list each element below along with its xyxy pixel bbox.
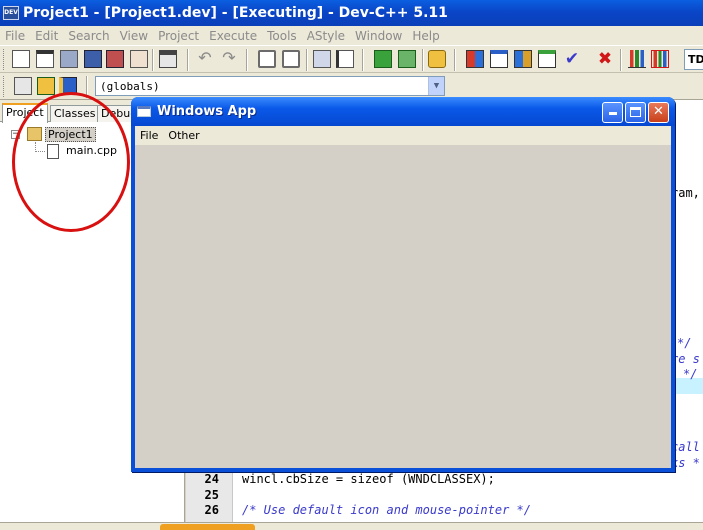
compile-run-icon[interactable]: [514, 50, 532, 68]
annotation-red-circle: [12, 92, 130, 232]
menu-file[interactable]: File: [0, 29, 30, 43]
line-number: 25: [204, 488, 219, 502]
code-line: wincl.cbSize = sizeof (WNDCLASSEX);: [242, 472, 495, 486]
code-fragment: ram,: [671, 186, 700, 200]
replace-icon[interactable]: [282, 50, 300, 68]
goto-line-icon[interactable]: [313, 50, 331, 68]
remove-from-project-icon[interactable]: [398, 50, 416, 68]
status-tab[interactable]: [160, 524, 255, 530]
app-menu-file[interactable]: File: [135, 129, 163, 142]
menu-bar: File Edit Search View Project Execute To…: [0, 26, 703, 45]
toolbar-separator: [187, 49, 189, 71]
toolbar-separator: [454, 49, 456, 71]
toolbar-grip[interactable]: [3, 49, 6, 70]
scope-combo[interactable]: (globals) ▼: [95, 76, 445, 96]
run-icon[interactable]: [490, 50, 508, 68]
menu-help[interactable]: Help: [407, 29, 444, 43]
windows-app-title-bar[interactable]: Windows App ✕: [131, 97, 675, 126]
compile-icon[interactable]: [466, 50, 484, 68]
chevron-down-icon[interactable]: ▼: [428, 77, 444, 95]
stop-execution-icon[interactable]: ✖: [596, 50, 614, 68]
new-file-icon[interactable]: [12, 50, 30, 68]
toolbar-separator: [362, 49, 364, 71]
compiler-combo[interactable]: TD: [684, 49, 703, 70]
code-fragment: */: [683, 367, 698, 381]
toolbar-separator: [306, 49, 308, 71]
devcpp-app-icon: DEV: [3, 6, 19, 20]
main-window-title: Project1 - [Project1.dev] - [Executing] …: [23, 5, 448, 21]
app-menu-other[interactable]: Other: [163, 129, 204, 142]
code-line: /* Use default icon and mouse-pointer */: [242, 503, 531, 517]
find-icon[interactable]: [258, 50, 276, 68]
menu-astyle[interactable]: AStyle: [302, 29, 350, 43]
close-button[interactable]: ✕: [648, 102, 669, 123]
scope-combo-value: (globals): [100, 80, 160, 93]
undo-icon[interactable]: ↶: [196, 50, 214, 68]
close-file-icon[interactable]: [130, 50, 148, 68]
menu-tools[interactable]: Tools: [262, 29, 302, 43]
add-to-project-icon[interactable]: [374, 50, 392, 68]
rebuild-icon[interactable]: [538, 50, 556, 68]
redo-icon[interactable]: ↷: [220, 50, 238, 68]
delete-profile-icon[interactable]: [651, 50, 669, 68]
minimize-icon: [608, 112, 617, 115]
toggle-bookmark-icon[interactable]: [336, 50, 354, 68]
windows-app-window: Windows App ✕ File Other: [131, 97, 675, 472]
menu-search[interactable]: Search: [63, 29, 114, 43]
toolbar-separator: [152, 49, 154, 71]
toolbar-separator: [620, 49, 622, 71]
menu-view[interactable]: View: [115, 29, 153, 43]
desktop: DEV Project1 - [Project1.dev] - [Executi…: [0, 0, 703, 530]
save-icon[interactable]: [84, 50, 102, 68]
class-toolbar: (globals) ▼: [0, 73, 703, 100]
new-class-icon[interactable]: [14, 77, 32, 95]
save-all-icon[interactable]: [106, 50, 124, 68]
windows-app-title: Windows App: [157, 104, 257, 119]
maximize-button[interactable]: [625, 102, 646, 123]
status-bar: [0, 522, 703, 530]
open-file-icon[interactable]: [36, 50, 54, 68]
menu-edit[interactable]: Edit: [30, 29, 63, 43]
window-icon: [137, 106, 151, 117]
code-fragment: ks *: [671, 456, 700, 470]
menu-window[interactable]: Window: [350, 29, 407, 43]
insert-icon[interactable]: [37, 77, 55, 95]
open-project-icon[interactable]: [60, 50, 78, 68]
toolbar-grip[interactable]: [3, 76, 6, 97]
close-icon: ✕: [653, 104, 664, 119]
code-fragment: */: [677, 336, 692, 350]
toolbar-separator: [246, 49, 248, 71]
help-icon[interactable]: [428, 50, 446, 68]
code-fragment: call: [671, 440, 700, 454]
toolbar-separator: [422, 49, 424, 71]
maximize-icon: [630, 107, 641, 117]
syntax-check-icon[interactable]: ✔: [563, 50, 581, 68]
minimize-button[interactable]: [602, 102, 623, 123]
main-toolbar: ↶ ↷ ✔ ✖ TD: [0, 45, 703, 73]
profile-icon[interactable]: [628, 50, 646, 68]
code-fragment: re s: [671, 352, 700, 366]
windows-app-menu-bar: File Other: [135, 126, 671, 145]
line-number: 24: [204, 472, 219, 486]
menu-project[interactable]: Project: [153, 29, 204, 43]
print-icon[interactable]: [159, 50, 177, 68]
main-title-bar[interactable]: DEV Project1 - [Project1.dev] - [Executi…: [0, 0, 703, 26]
menu-execute[interactable]: Execute: [204, 29, 262, 43]
line-number: 26: [204, 503, 219, 517]
windows-app-client-area[interactable]: [135, 145, 671, 468]
